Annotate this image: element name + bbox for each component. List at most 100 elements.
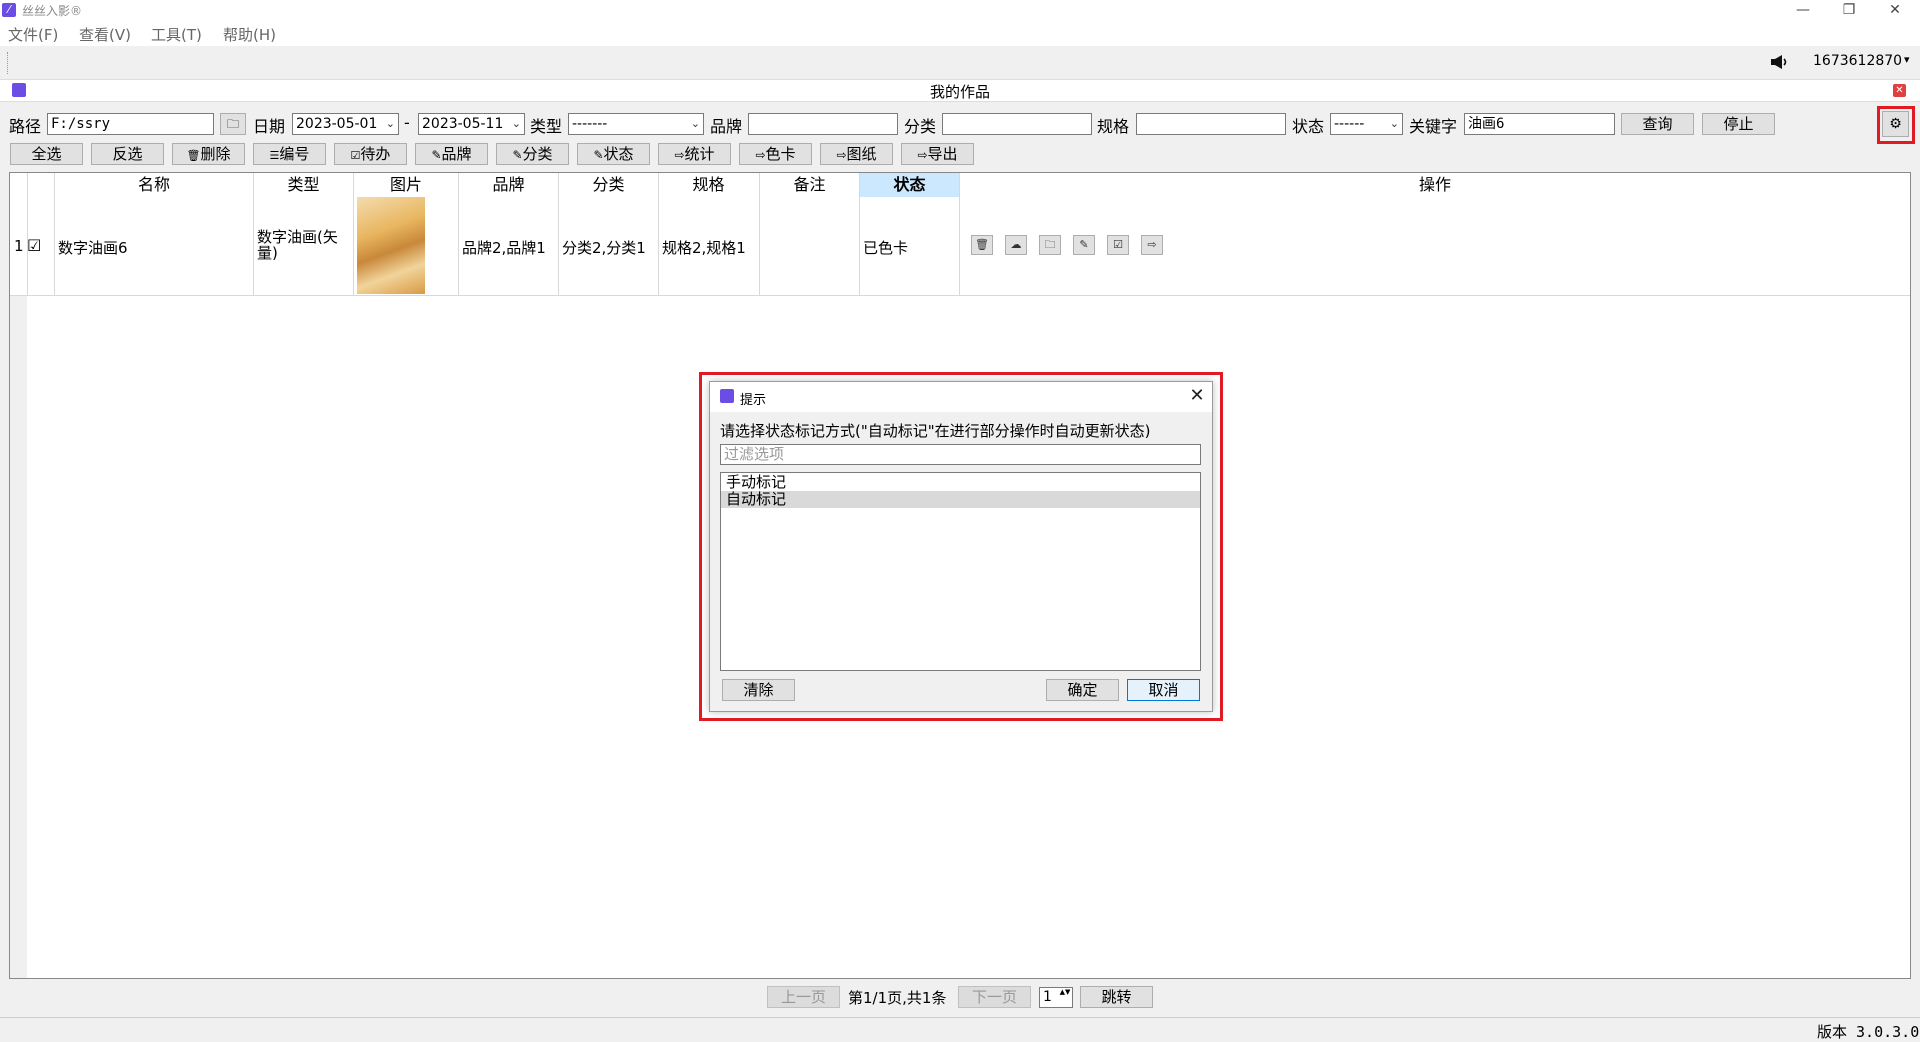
column-header-remark[interactable]: 备注 [760,173,859,197]
ok-button[interactable]: 确定 [1046,679,1119,701]
settings-button[interactable]: ⚙ [1882,111,1909,137]
column-header-ops[interactable]: 操作 [960,173,1910,197]
path-input[interactable]: F:/ssry [47,113,214,135]
clear-button[interactable]: 清除 [722,679,795,701]
row-todo-icon[interactable]: ☑ [1107,235,1129,255]
status-button[interactable]: ✎状态 [577,143,650,165]
menu-help[interactable]: 帮助(H) [223,24,276,45]
gear-icon: ⚙ [1889,116,1902,132]
brand-action-label: 品牌 [441,145,472,163]
date-to-picker[interactable]: 2023-05-11 ⌄ [418,113,525,135]
menu-view[interactable]: 查看(V) [79,24,131,45]
drawing-button[interactable]: ⇨图纸 [820,143,893,165]
row-cloud-icon[interactable]: ☁ [1005,235,1027,255]
next-page-button[interactable]: 下一页 [958,986,1031,1008]
type-select[interactable]: ------- ⌄ [568,113,704,135]
column-header-spec[interactable]: 规格 [659,173,758,197]
row-category: 分类2,分类1 [562,239,646,257]
status-action-label: 状态 [603,145,634,163]
menu-file[interactable]: 文件(F) [8,24,58,45]
go-page-button[interactable]: 跳转 [1080,986,1153,1008]
edit-icon: ✎ [593,148,604,162]
stats-button[interactable]: ⇨统计 [658,143,731,165]
trash-icon: 🗑 [186,149,201,162]
megaphone-icon[interactable] [1770,54,1788,70]
folder-icon: 🗀 [226,117,239,131]
brand-button[interactable]: ✎品牌 [415,143,488,165]
category-button[interactable]: ✎分类 [496,143,569,165]
row-thumbnail[interactable] [357,197,425,294]
close-button[interactable]: ✕ [1872,0,1918,22]
column-header-type[interactable]: 类型 [254,173,353,197]
export-label: 导出 [927,145,958,163]
row-name: 数字油画6 [58,239,128,257]
column-divider [759,173,760,295]
stop-button[interactable]: 停止 [1702,113,1775,135]
number-button[interactable]: ☰编号 [253,143,326,165]
export-button[interactable]: ⇨导出 [901,143,974,165]
category-label: 分类 [904,117,937,136]
export-icon: ⇨ [917,148,928,162]
status-value: ------ [1334,116,1365,132]
stats-label: 统计 [684,145,715,163]
column-header-brand[interactable]: 品牌 [459,173,558,197]
todo-label: 待办 [360,145,391,163]
dialog-close-icon[interactable]: ✕ [1186,384,1208,408]
column-divider [859,173,860,295]
minimize-button[interactable]: — [1780,0,1826,22]
filter-options-input[interactable]: 过滤选项 [720,444,1201,465]
column-divider [253,173,254,295]
option-auto[interactable]: 自动标记 [721,491,1200,508]
todo-button[interactable]: ☑待办 [334,143,407,165]
cancel-button[interactable]: 取消 [1127,679,1200,701]
type-value: ------- [572,116,608,132]
spec-label: 规格 [1097,117,1130,136]
window-close-icon[interactable]: ✕ [1893,84,1906,97]
delete-button[interactable]: 🗑删除 [172,143,245,165]
window-title: 我的作品 [929,83,990,101]
status-bar [0,1017,1920,1041]
user-dropdown-icon[interactable]: ▾ [1904,53,1910,66]
top-toolbar [0,46,1920,80]
select-all-button[interactable]: 全选 [10,143,83,165]
column-divider [959,173,960,295]
row-index: 1 [14,237,24,255]
menu-bar [0,22,1920,46]
option-manual[interactable]: 手动标记 [721,474,1200,491]
page-info: 第1/1页,共1条 [848,989,947,1007]
row-folder-icon[interactable]: 🗀 [1039,235,1061,255]
prev-page-button[interactable]: 上一页 [767,986,840,1008]
row-delete-icon[interactable]: 🗑 [971,235,993,255]
dialog-title-bar [710,382,1212,412]
column-header-category[interactable]: 分类 [559,173,658,197]
invert-selection-button[interactable]: 反选 [91,143,164,165]
column-divider [558,173,559,295]
column-header-status[interactable]: 状态 [860,173,959,197]
row-checkbox[interactable]: ☑ [27,236,41,255]
export-icon: ⇨ [836,148,847,162]
spinner-arrows-icon[interactable]: ▲▼ [1059,988,1071,1007]
date-from-picker[interactable]: 2023-05-01 ⌄ [292,113,399,135]
row-status: 已色卡 [863,239,909,257]
user-id[interactable]: 1673612870 [1813,53,1902,69]
column-divider [54,173,55,295]
row-divider [10,295,1910,296]
brand-input[interactable] [748,113,898,135]
column-divider [458,173,459,295]
menu-tools[interactable]: 工具(T) [151,24,202,45]
row-type: 数字油画(矢量) [257,228,338,262]
row-edit-icon[interactable]: ✎ [1073,235,1095,255]
column-header-image[interactable]: 图片 [354,173,458,197]
keyword-input[interactable]: 油画6 [1464,113,1615,135]
row-export-icon[interactable]: ⇨ [1141,235,1163,255]
category-input[interactable] [942,113,1092,135]
column-header-name[interactable]: 名称 [55,173,253,197]
folder-button[interactable]: 🗀 [220,113,246,135]
spec-input[interactable] [1136,113,1286,135]
query-button[interactable]: 查询 [1621,113,1694,135]
restore-button[interactable]: ❐ [1826,0,1872,22]
title-bar [0,0,1920,22]
row-spec: 规格2,规格1 [662,239,746,257]
status-select[interactable]: ------ ⌄ [1330,113,1403,135]
color-card-button[interactable]: ⇨色卡 [739,143,812,165]
